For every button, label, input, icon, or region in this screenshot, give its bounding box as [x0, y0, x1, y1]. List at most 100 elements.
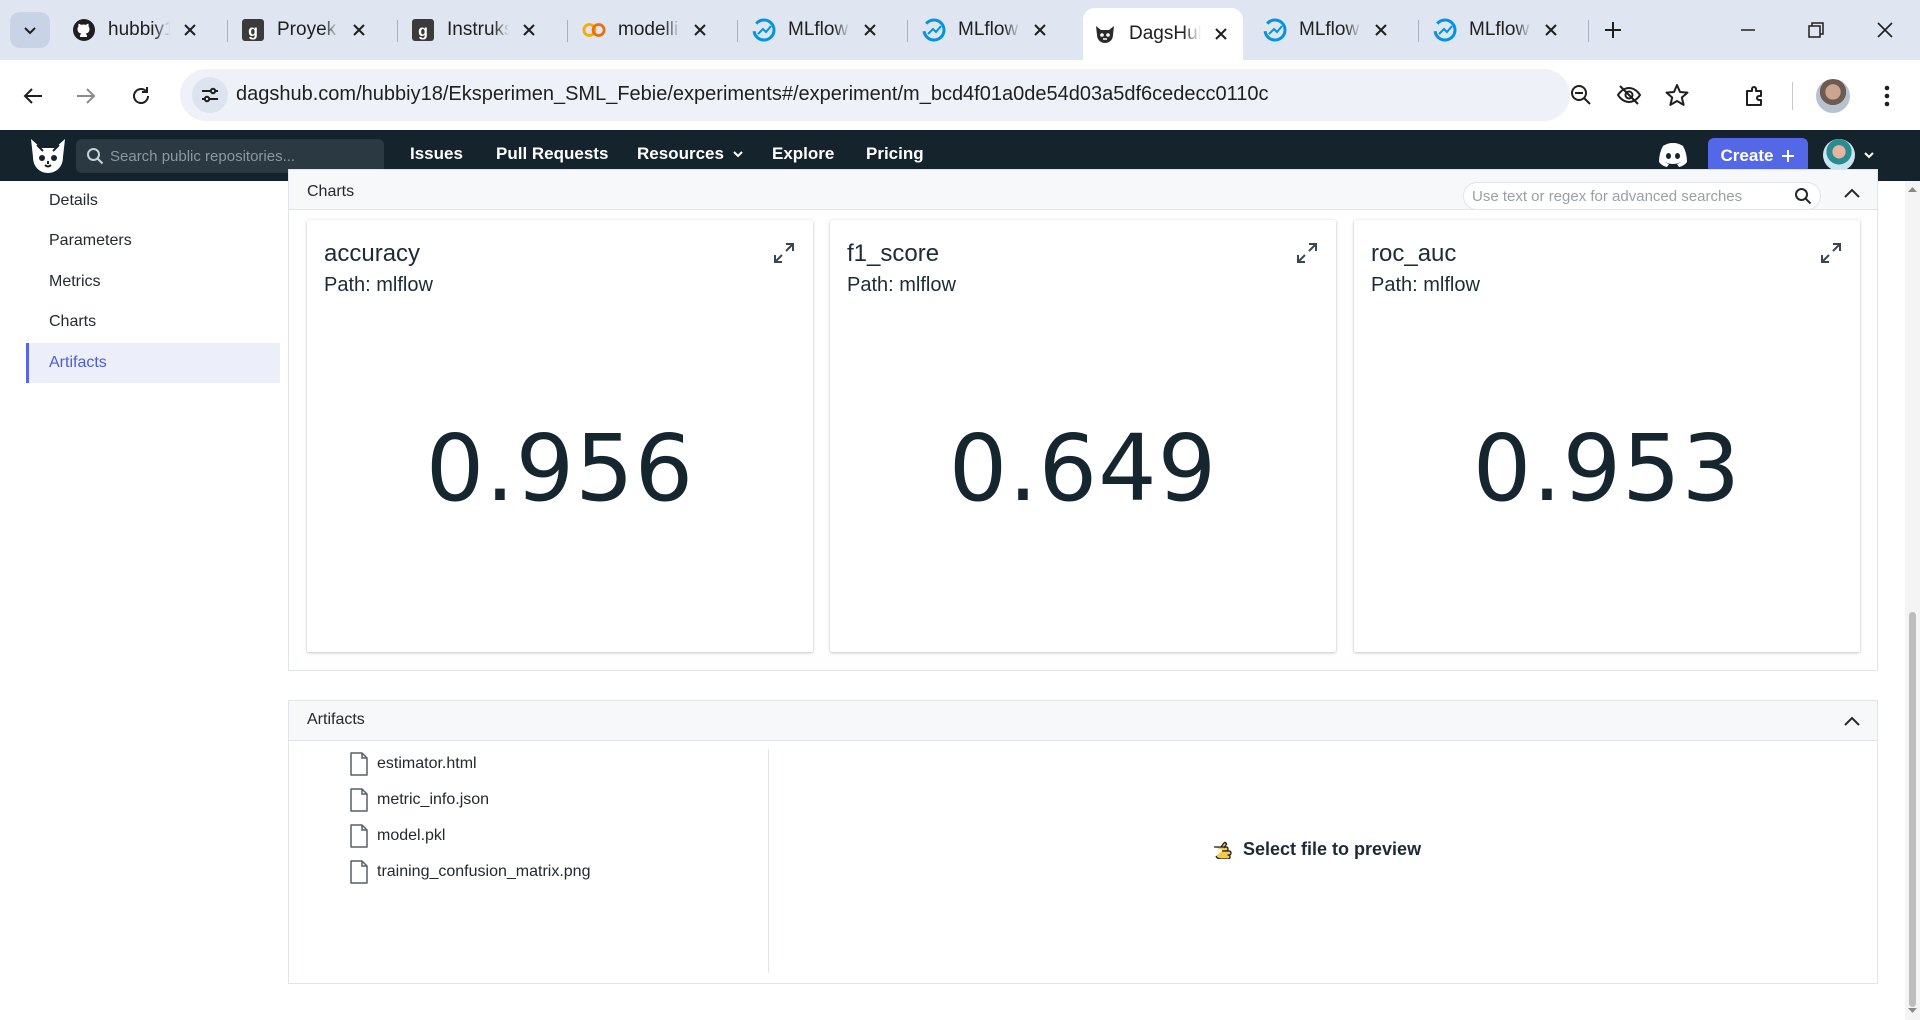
- nav-resources[interactable]: Resources: [637, 144, 744, 164]
- discord-icon[interactable]: [1657, 142, 1689, 168]
- close-icon[interactable]: [1369, 18, 1393, 42]
- close-window-button[interactable]: [1855, 10, 1915, 50]
- file-icon: [350, 752, 368, 776]
- close-icon[interactable]: [517, 18, 541, 42]
- tracking-button[interactable]: [1616, 82, 1642, 108]
- create-button-label: Create: [1720, 145, 1774, 165]
- expand-icon[interactable]: [1820, 242, 1842, 264]
- charts-search-input[interactable]: [1472, 183, 1792, 209]
- github-icon: [72, 18, 96, 42]
- file-name: metric_info.json: [377, 791, 490, 808]
- close-icon[interactable]: [1209, 22, 1233, 46]
- arrow-left-icon: [23, 88, 42, 104]
- forward-button[interactable]: [68, 78, 104, 114]
- chevron-down-icon[interactable]: [1862, 148, 1876, 162]
- sidebar-item-metrics[interactable]: Metrics: [26, 262, 280, 302]
- scroll-up-icon[interactable]: [1907, 184, 1918, 194]
- experiment-page: Details Parameters Metrics Charts Artifa…: [0, 169, 1905, 1020]
- browser-tab[interactable]: g Proyek Akhir: [231, 9, 381, 51]
- mlflow-icon: [752, 18, 776, 42]
- browser-menu-button[interactable]: [1869, 78, 1905, 114]
- g-icon: g: [241, 18, 265, 42]
- browser-tab[interactable]: g Instruksi: [401, 9, 551, 51]
- preview-hint-text: Select file to preview: [1243, 839, 1422, 859]
- tab-title: Instruksi: [447, 19, 509, 40]
- create-button[interactable]: Create: [1708, 138, 1808, 173]
- sidebar-item-details[interactable]: Details: [26, 181, 280, 221]
- artifact-file[interactable]: model.pkl: [349, 821, 445, 851]
- close-icon[interactable]: [858, 18, 882, 42]
- metric-path: Path: mlflow: [847, 274, 956, 296]
- scroll-down-icon[interactable]: [1907, 1006, 1918, 1016]
- metric-card: accuracy Path: mlflow 0.956: [307, 220, 813, 652]
- metric-name: roc_auc: [1371, 240, 1457, 267]
- zoom-button[interactable]: [1568, 82, 1594, 108]
- tab-search-button[interactable]: [10, 12, 50, 48]
- file-name: model.pkl: [377, 827, 446, 844]
- close-icon[interactable]: [1028, 18, 1052, 42]
- user-avatar[interactable]: [1823, 139, 1855, 171]
- more-vertical-icon: [1884, 85, 1890, 107]
- star-icon: [1665, 84, 1689, 106]
- browser-tab[interactable]: MLflow: [1253, 9, 1403, 51]
- sidebar-item-parameters[interactable]: Parameters: [26, 221, 280, 261]
- nav-explore[interactable]: Explore: [772, 144, 834, 164]
- nav-pull-requests[interactable]: Pull Requests: [496, 144, 608, 164]
- browser-tab[interactable]: MLflow: [1423, 9, 1573, 51]
- browser-tab[interactable]: MLflow: [742, 9, 892, 51]
- tab-title: MLflow: [788, 19, 849, 40]
- expand-icon[interactable]: [1296, 242, 1318, 264]
- expand-icon[interactable]: [773, 242, 795, 264]
- artifact-file[interactable]: training_confusion_matrix.png: [349, 857, 590, 887]
- browser-tab-active[interactable]: DagsHub: [1083, 8, 1243, 60]
- restore-icon: [1808, 22, 1824, 38]
- close-icon[interactable]: [1539, 18, 1563, 42]
- close-icon[interactable]: [347, 18, 371, 42]
- repo-search[interactable]: [76, 139, 384, 173]
- chevron-up-icon[interactable]: [1841, 711, 1863, 733]
- metric-value: 0.953: [1472, 415, 1742, 522]
- restore-button[interactable]: [1786, 10, 1846, 50]
- file-icon: [350, 824, 368, 848]
- close-icon[interactable]: [688, 18, 712, 42]
- mlflow-icon: [922, 18, 946, 42]
- g-icon: g: [411, 18, 435, 42]
- chevron-up-icon[interactable]: [1841, 183, 1863, 205]
- new-tab-button[interactable]: [1597, 14, 1629, 46]
- zoom-out-icon: [1571, 85, 1591, 105]
- site-info-button[interactable]: [192, 77, 228, 113]
- nav-pricing[interactable]: Pricing: [866, 144, 924, 164]
- artifact-file[interactable]: metric_info.json: [349, 785, 489, 815]
- minimize-button[interactable]: [1718, 10, 1778, 50]
- pointing-hand-icon: [1214, 841, 1232, 859]
- browser-tab[interactable]: hubbiy18: [62, 9, 212, 51]
- artifact-file[interactable]: estimator.html: [349, 749, 477, 779]
- metric-path: Path: mlflow: [1371, 274, 1480, 296]
- reload-button[interactable]: [123, 78, 159, 114]
- charts-panel: Charts accuracy Path: mlflow 0.956 f1_sc…: [288, 169, 1878, 671]
- extensions-button[interactable]: [1737, 78, 1773, 114]
- colab-icon: [582, 18, 606, 42]
- address-bar[interactable]: dagshub.com/hubbiy18/Eksperimen_SML_Febi…: [180, 69, 1689, 121]
- file-name: estimator.html: [377, 755, 477, 772]
- sidebar-item-charts[interactable]: Charts: [26, 302, 280, 342]
- plus-icon: [1782, 149, 1795, 162]
- repo-search-input[interactable]: [110, 139, 370, 173]
- bookmark-button[interactable]: [1664, 82, 1690, 108]
- charts-search[interactable]: [1463, 182, 1821, 210]
- charts-panel-title: Charts: [307, 183, 355, 200]
- back-button[interactable]: [15, 78, 51, 114]
- browser-tab[interactable]: modelling: [572, 9, 722, 51]
- browser-profile-avatar[interactable]: [1816, 79, 1850, 113]
- dagshub-logo[interactable]: [28, 136, 68, 176]
- metric-value: 0.649: [948, 415, 1218, 522]
- browser-tab[interactable]: MLflow: [912, 9, 1062, 51]
- sidebar-item-artifacts[interactable]: Artifacts: [26, 343, 280, 383]
- close-icon[interactable]: [178, 18, 202, 42]
- nav-issues[interactable]: Issues: [410, 144, 463, 164]
- artifacts-panel-title: Artifacts: [307, 711, 365, 728]
- minimize-icon: [1741, 29, 1755, 31]
- scrollbar-thumb[interactable]: [1909, 612, 1916, 1007]
- chevron-down-icon: [733, 151, 743, 158]
- tab-title: DagsHub: [1129, 23, 1201, 44]
